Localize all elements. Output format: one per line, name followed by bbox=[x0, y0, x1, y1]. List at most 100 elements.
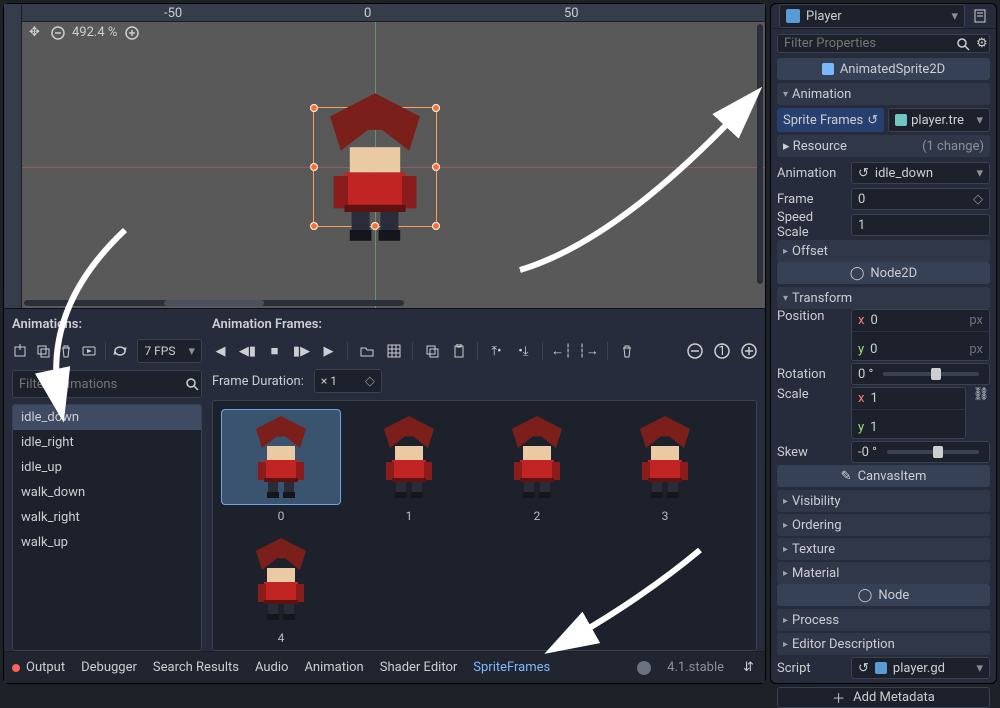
stop-icon[interactable]: ■ bbox=[266, 343, 283, 360]
filter-settings-icon[interactable]: ⚙ bbox=[976, 35, 988, 52]
frame-1[interactable]: 1 bbox=[349, 409, 469, 523]
frame-duration-spinner[interactable]: ◇ bbox=[314, 369, 382, 393]
2d-viewport[interactable]: -50 0 50 bbox=[4, 4, 765, 309]
animation-item-idle_down[interactable]: idle_down bbox=[13, 405, 201, 430]
script-field[interactable]: ↺ player.gd▾ bbox=[851, 657, 990, 679]
frames-heading: Animation Frames: bbox=[212, 317, 757, 332]
new-animation-icon[interactable] bbox=[12, 343, 27, 360]
fps-spinner[interactable]: ▾ bbox=[137, 339, 202, 363]
zoom-out-frames-icon[interactable] bbox=[686, 343, 703, 360]
frame-4[interactable]: 4 bbox=[221, 531, 341, 645]
animation-dropdown[interactable]: ↺ idle_down▾ bbox=[851, 162, 990, 184]
resource-subsection[interactable]: ▸ Resource (1 change) bbox=[777, 135, 990, 157]
animations-toolbar: ▾ bbox=[12, 338, 202, 364]
expand-bottom-icon[interactable]: ⇵ bbox=[740, 659, 757, 676]
delete-frame-icon[interactable] bbox=[618, 343, 635, 360]
zoom-out-icon[interactable] bbox=[49, 24, 66, 41]
category-process[interactable]: ▸Process bbox=[777, 609, 990, 631]
step-fwd-icon[interactable]: ▮▶ bbox=[293, 343, 310, 360]
node-selector[interactable]: Player ▾ bbox=[779, 4, 965, 28]
tab-output[interactable]: Output bbox=[26, 660, 65, 675]
move-left-icon[interactable]: ←┆ bbox=[553, 343, 570, 360]
zoom-reset-frames-icon[interactable]: 1 bbox=[713, 343, 730, 360]
tab-shader-editor[interactable]: Shader Editor bbox=[380, 660, 458, 675]
viewport-scrollbar-v[interactable] bbox=[757, 24, 763, 284]
category-editor-desc[interactable]: ▸Editor Description bbox=[777, 633, 990, 655]
class-icon bbox=[822, 63, 834, 75]
filter-animations[interactable] bbox=[12, 370, 202, 398]
delete-animation-icon[interactable] bbox=[58, 343, 73, 360]
category-animation[interactable]: ▾Animation bbox=[777, 83, 990, 105]
animations-heading: Animations: bbox=[12, 317, 202, 332]
position-field[interactable]: xpx ypx bbox=[851, 309, 990, 361]
svg-text:1: 1 bbox=[718, 344, 725, 359]
animation-item-walk_down[interactable]: walk_down bbox=[13, 480, 201, 505]
frame-field[interactable]: ◇ bbox=[851, 188, 990, 210]
frame-0[interactable]: 0 bbox=[221, 409, 341, 523]
link-icon[interactable]: ⛓ bbox=[972, 387, 990, 402]
sprite-frames-resource[interactable]: player.tre ▾ bbox=[888, 108, 990, 132]
add-metadata-button[interactable]: ＋Add Metadata bbox=[777, 687, 990, 708]
scale-field[interactable]: x y bbox=[851, 387, 966, 439]
tab-audio[interactable]: Audio bbox=[255, 660, 288, 675]
animation-item-walk_right[interactable]: walk_right bbox=[13, 505, 201, 530]
sprite-frames-property[interactable]: Sprite Frames ↺ bbox=[777, 108, 884, 132]
revert-icon[interactable]: ↺ bbox=[867, 113, 878, 128]
grid-icon[interactable] bbox=[385, 343, 402, 360]
selection-box[interactable] bbox=[313, 107, 437, 227]
load-folder-icon[interactable] bbox=[358, 343, 375, 360]
center-view-icon[interactable]: ✥ bbox=[26, 24, 43, 41]
loop-icon[interactable] bbox=[113, 343, 129, 360]
filter-properties[interactable]: ⚙ bbox=[777, 34, 990, 53]
version-label: 4.1.stable bbox=[667, 660, 724, 675]
category-ordering[interactable]: ▸Ordering bbox=[777, 514, 990, 536]
category-transform[interactable]: ▾Transform bbox=[777, 287, 990, 309]
speed-scale-field[interactable] bbox=[851, 214, 990, 236]
node-icon bbox=[786, 9, 800, 23]
category-texture[interactable]: ▸Texture bbox=[777, 538, 990, 560]
autoplay-icon[interactable] bbox=[81, 343, 96, 360]
frame-2[interactable]: 2 bbox=[477, 409, 597, 523]
skew-field[interactable]: -0 ° bbox=[851, 441, 990, 463]
revert-icon[interactable]: ↺ bbox=[858, 166, 869, 181]
filter-animations-input[interactable] bbox=[19, 377, 185, 392]
tab-debugger[interactable]: Debugger bbox=[81, 660, 137, 675]
script-icon bbox=[875, 662, 887, 674]
zoom-in-frames-icon[interactable] bbox=[740, 343, 757, 360]
zoom-in-icon[interactable] bbox=[123, 24, 140, 41]
animation-item-idle_up[interactable]: idle_up bbox=[13, 455, 201, 480]
play-icon[interactable]: ▶ bbox=[320, 343, 337, 360]
docs-icon[interactable] bbox=[971, 8, 988, 25]
category-visibility[interactable]: ▸Visibility bbox=[777, 490, 990, 512]
frame-3[interactable]: 3 bbox=[605, 409, 725, 523]
revert-icon[interactable]: ↺ bbox=[858, 661, 869, 676]
class-chip-animatedsprite2d[interactable]: AnimatedSprite2D bbox=[777, 58, 990, 80]
category-material[interactable]: ▸Material bbox=[777, 562, 990, 584]
move-right-icon[interactable]: ┆→ bbox=[580, 343, 597, 360]
frames-toolbar: ◀ ◀▮ ■ ▮▶ ▶ ⤒• •⤓ bbox=[212, 338, 757, 364]
insert-after-icon[interactable]: •⤓ bbox=[515, 343, 532, 360]
animation-item-idle_right[interactable]: idle_right bbox=[13, 430, 201, 455]
rotation-field[interactable]: 0 ° bbox=[851, 363, 990, 385]
step-back-icon[interactable]: ◀▮ bbox=[239, 343, 256, 360]
copy-icon[interactable] bbox=[423, 343, 440, 360]
paste-icon[interactable] bbox=[450, 343, 467, 360]
filter-properties-input[interactable] bbox=[784, 36, 950, 51]
ruler-left bbox=[4, 4, 22, 308]
animation-item-walk_up[interactable]: walk_up bbox=[13, 530, 201, 555]
insert-before-icon[interactable]: ⤒• bbox=[488, 343, 505, 360]
viewport-scrollbar-h[interactable] bbox=[24, 300, 404, 306]
inspector-panel: Player ▾ ⚙ AnimatedSprite2D ▾Animation S… bbox=[770, 3, 997, 684]
class-chip-node[interactable]: ◯Node bbox=[777, 584, 990, 606]
zoom-level[interactable]: 492.4 % bbox=[72, 25, 117, 40]
tab-search-results[interactable]: Search Results bbox=[153, 660, 239, 675]
category-offset[interactable]: ▸Offset bbox=[777, 240, 990, 262]
animation-list[interactable]: idle_downidle_rightidle_upwalk_downwalk_… bbox=[12, 404, 202, 651]
tab-spriteframes[interactable]: SpriteFrames bbox=[473, 660, 550, 675]
class-chip-node2d[interactable]: ◯Node2D bbox=[777, 262, 990, 284]
duplicate-animation-icon[interactable] bbox=[35, 343, 50, 360]
frames-grid[interactable]: 0123 4 bbox=[212, 400, 757, 651]
play-back-icon[interactable]: ◀ bbox=[212, 343, 229, 360]
class-chip-canvasitem[interactable]: ✎CanvasItem bbox=[777, 465, 990, 487]
tab-animation[interactable]: Animation bbox=[304, 660, 363, 675]
